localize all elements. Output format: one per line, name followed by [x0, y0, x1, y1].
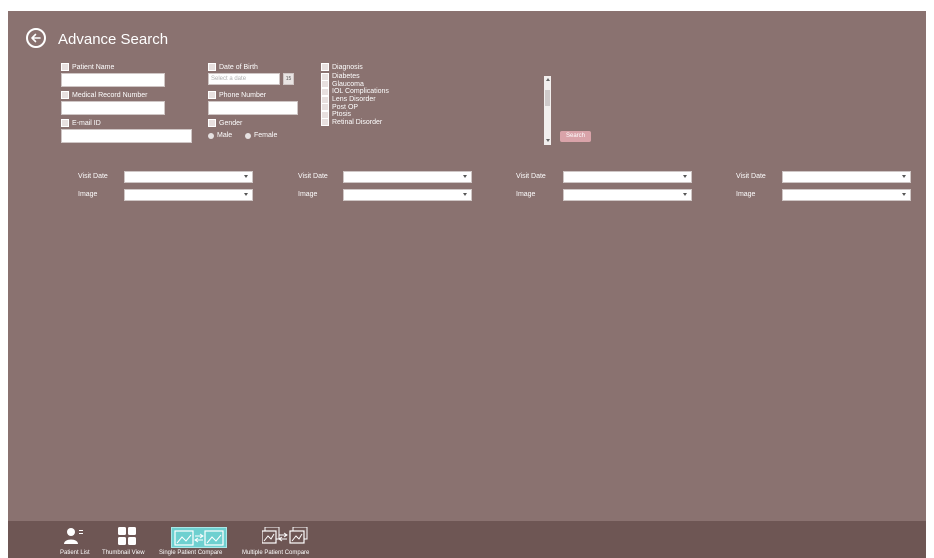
gender-label: Gender	[219, 119, 243, 127]
scroll-thumb[interactable]	[545, 90, 550, 106]
image-label: Image	[516, 191, 536, 198]
mrn-input[interactable]	[61, 101, 165, 115]
dropdown-arrow-icon	[683, 193, 687, 196]
gender-checkbox[interactable]	[208, 119, 216, 127]
visit-date-label: Visit Date	[298, 173, 328, 180]
diagnosis-item[interactable]: Glaucoma	[321, 80, 551, 89]
tab-patient-list[interactable]: Patient List	[54, 521, 94, 558]
single-patient-compare-icon	[174, 530, 224, 546]
gender-filter[interactable]: Gender	[208, 119, 242, 127]
radio-icon[interactable]	[208, 132, 214, 139]
mrn-label: Medical Record Number	[72, 91, 148, 99]
email-label: E-mail ID	[72, 119, 101, 127]
patient-name-label: Patient Name	[72, 63, 115, 71]
gender-male-radio[interactable]: Male	[208, 132, 232, 139]
visit-date-dropdown[interactable]	[124, 171, 253, 183]
back-arrow-icon	[31, 33, 41, 43]
diagnosis-list[interactable]: Diabetes Glaucoma IOL Complications Lens…	[321, 72, 551, 145]
visit-date-dropdown[interactable]	[343, 171, 472, 183]
dropdown-arrow-icon	[683, 175, 687, 178]
search-button[interactable]: Search	[560, 131, 591, 142]
image-label: Image	[298, 191, 318, 198]
visit-date-dropdown[interactable]	[563, 171, 692, 183]
dropdown-arrow-icon	[244, 175, 248, 178]
image-dropdown[interactable]	[782, 189, 911, 201]
tab-label: Multiple Patient Compare	[242, 550, 310, 556]
phone-checkbox[interactable]	[208, 91, 216, 99]
patient-name-filter[interactable]: Patient Name	[61, 63, 114, 71]
patient-name-input[interactable]	[61, 73, 165, 87]
back-button[interactable]	[26, 28, 46, 48]
app-window: Advance Search Patient Name Medical Reco…	[8, 11, 926, 558]
dropdown-arrow-icon	[902, 175, 906, 178]
dropdown-arrow-icon	[463, 175, 467, 178]
email-filter[interactable]: E-mail ID	[61, 119, 101, 127]
page-title: Advance Search	[58, 31, 169, 48]
thumbnail-view-icon	[118, 527, 136, 545]
tab-multiple-patient-compare[interactable]: Multiple Patient Compare	[242, 521, 309, 558]
bottom-taskbar: Patient List Thumbnail View Single Patie…	[8, 521, 926, 558]
visit-date-label: Visit Date	[78, 173, 108, 180]
email-input[interactable]	[61, 129, 192, 143]
dob-label: Date of Birth	[219, 63, 258, 71]
phone-label: Phone Number	[219, 91, 267, 99]
tab-single-patient-compare[interactable]: Single Patient Compare	[159, 521, 227, 558]
scroll-down-icon[interactable]	[546, 139, 550, 142]
image-label: Image	[78, 191, 98, 198]
dob-checkbox[interactable]	[208, 63, 216, 71]
diagnosis-item[interactable]: Lens Disorder	[321, 95, 551, 104]
dob-filter[interactable]: Date of Birth	[208, 63, 258, 71]
tab-label: Thumbnail View	[102, 550, 145, 556]
visit-date-label: Visit Date	[736, 173, 766, 180]
mrn-checkbox[interactable]	[61, 91, 69, 99]
diagnosis-item[interactable]: Retinal Disorder	[321, 118, 551, 127]
email-checkbox[interactable]	[61, 119, 69, 127]
patient-list-icon	[64, 528, 83, 544]
diagnosis-item[interactable]: Diabetes	[321, 72, 551, 81]
diagnosis-item[interactable]: Ptosis	[321, 110, 551, 119]
diagnosis-item[interactable]: Post OP	[321, 103, 551, 112]
mrn-filter[interactable]: Medical Record Number	[61, 91, 147, 99]
visit-date-dropdown[interactable]	[782, 171, 911, 183]
scroll-up-icon[interactable]	[546, 78, 550, 81]
diagnosis-label: Diagnosis	[332, 63, 363, 71]
gender-male-label: Male	[217, 132, 233, 139]
patient-name-checkbox[interactable]	[61, 63, 69, 71]
calendar-icon[interactable]: 15	[283, 73, 294, 85]
dob-datepicker[interactable]: Select a date 15	[208, 73, 296, 85]
visit-date-label: Visit Date	[516, 173, 546, 180]
phone-filter[interactable]: Phone Number	[208, 91, 266, 99]
diagnosis-item[interactable]: IOL Complications	[321, 87, 551, 96]
image-label: Image	[736, 191, 756, 198]
image-dropdown[interactable]	[563, 189, 692, 201]
diagnosis-item-checkbox[interactable]	[321, 118, 329, 127]
multiple-patient-compare-icon	[262, 527, 308, 544]
radio-icon[interactable]	[245, 132, 251, 139]
diagnosis-filter[interactable]: Diagnosis	[321, 63, 363, 71]
tab-thumbnail-view[interactable]: Thumbnail View	[102, 521, 148, 558]
diagnosis-checkbox[interactable]	[321, 63, 329, 71]
dropdown-arrow-icon	[902, 193, 906, 196]
dropdown-arrow-icon	[244, 193, 248, 196]
phone-input[interactable]	[208, 101, 298, 115]
image-dropdown[interactable]	[343, 189, 472, 201]
diagnosis-scrollbar[interactable]	[544, 76, 551, 145]
dropdown-arrow-icon	[463, 193, 467, 196]
dob-input[interactable]: Select a date	[208, 73, 280, 85]
gender-female-label: Female	[254, 132, 278, 139]
gender-female-radio[interactable]: Female	[245, 132, 277, 139]
tab-label: Patient List	[60, 550, 90, 556]
tab-label: Single Patient Compare	[159, 550, 223, 556]
image-dropdown[interactable]	[124, 189, 253, 201]
